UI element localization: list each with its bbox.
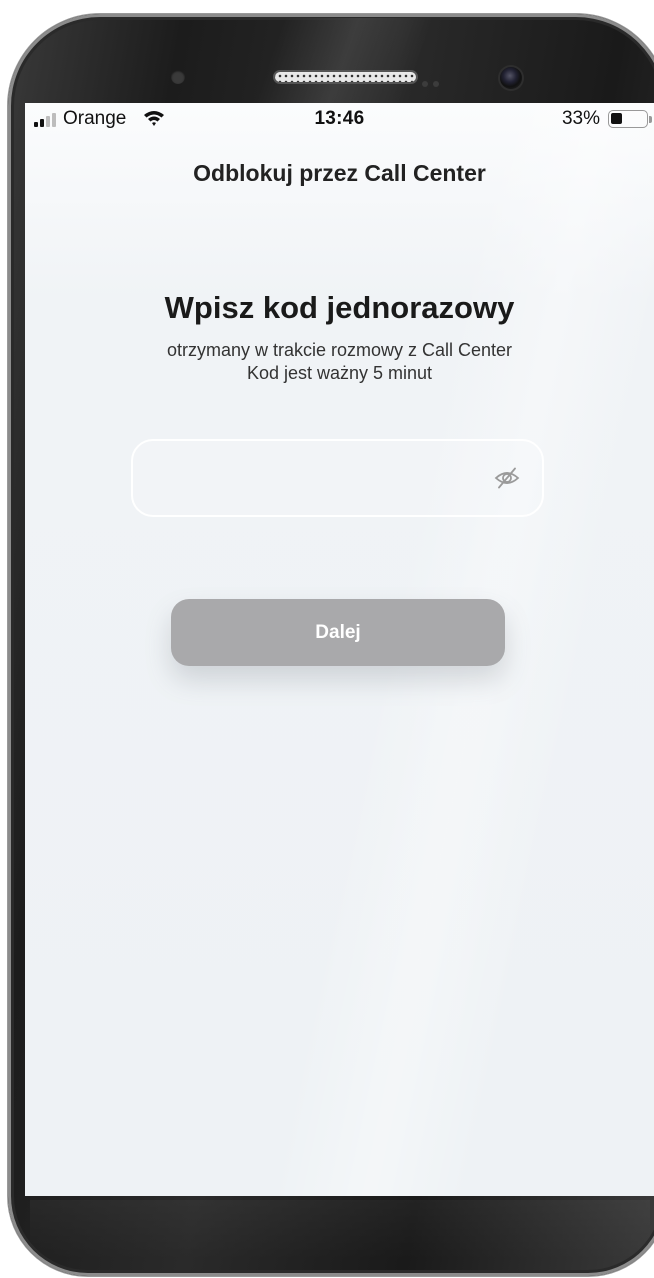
battery-tip — [649, 116, 652, 123]
code-field[interactable] — [131, 439, 544, 517]
code-heading: Wpisz kod jednorazowy — [164, 290, 515, 325]
battery-icon — [608, 110, 648, 128]
page-title: Odblokuj przez Call Center — [193, 160, 486, 186]
clock: 13:46 — [314, 108, 365, 129]
bezel-reflection — [251, 18, 435, 108]
sensor-dots — [422, 74, 452, 87]
code-subtitle: otrzymany w trakcie rozmowy z Call Cente… — [166, 340, 513, 360]
code-input[interactable] — [151, 459, 475, 499]
earpiece-speaker — [273, 70, 418, 84]
front-camera — [500, 67, 522, 89]
battery-percent: 33% — [561, 108, 600, 129]
bottom-bezel — [30, 1200, 650, 1260]
app-screen: Orange 13:46 33% Odblokuj przez Call Cen… — [25, 103, 654, 1196]
eye-slash-icon[interactable] — [494, 467, 520, 489]
proximity-sensor — [171, 70, 185, 84]
code-validity-note: Kod jest ważny 5 minut — [246, 363, 433, 383]
status-bar: Orange 13:46 33% — [25, 103, 654, 137]
battery-level — [611, 113, 622, 124]
next-button[interactable]: Dalej — [171, 599, 505, 666]
